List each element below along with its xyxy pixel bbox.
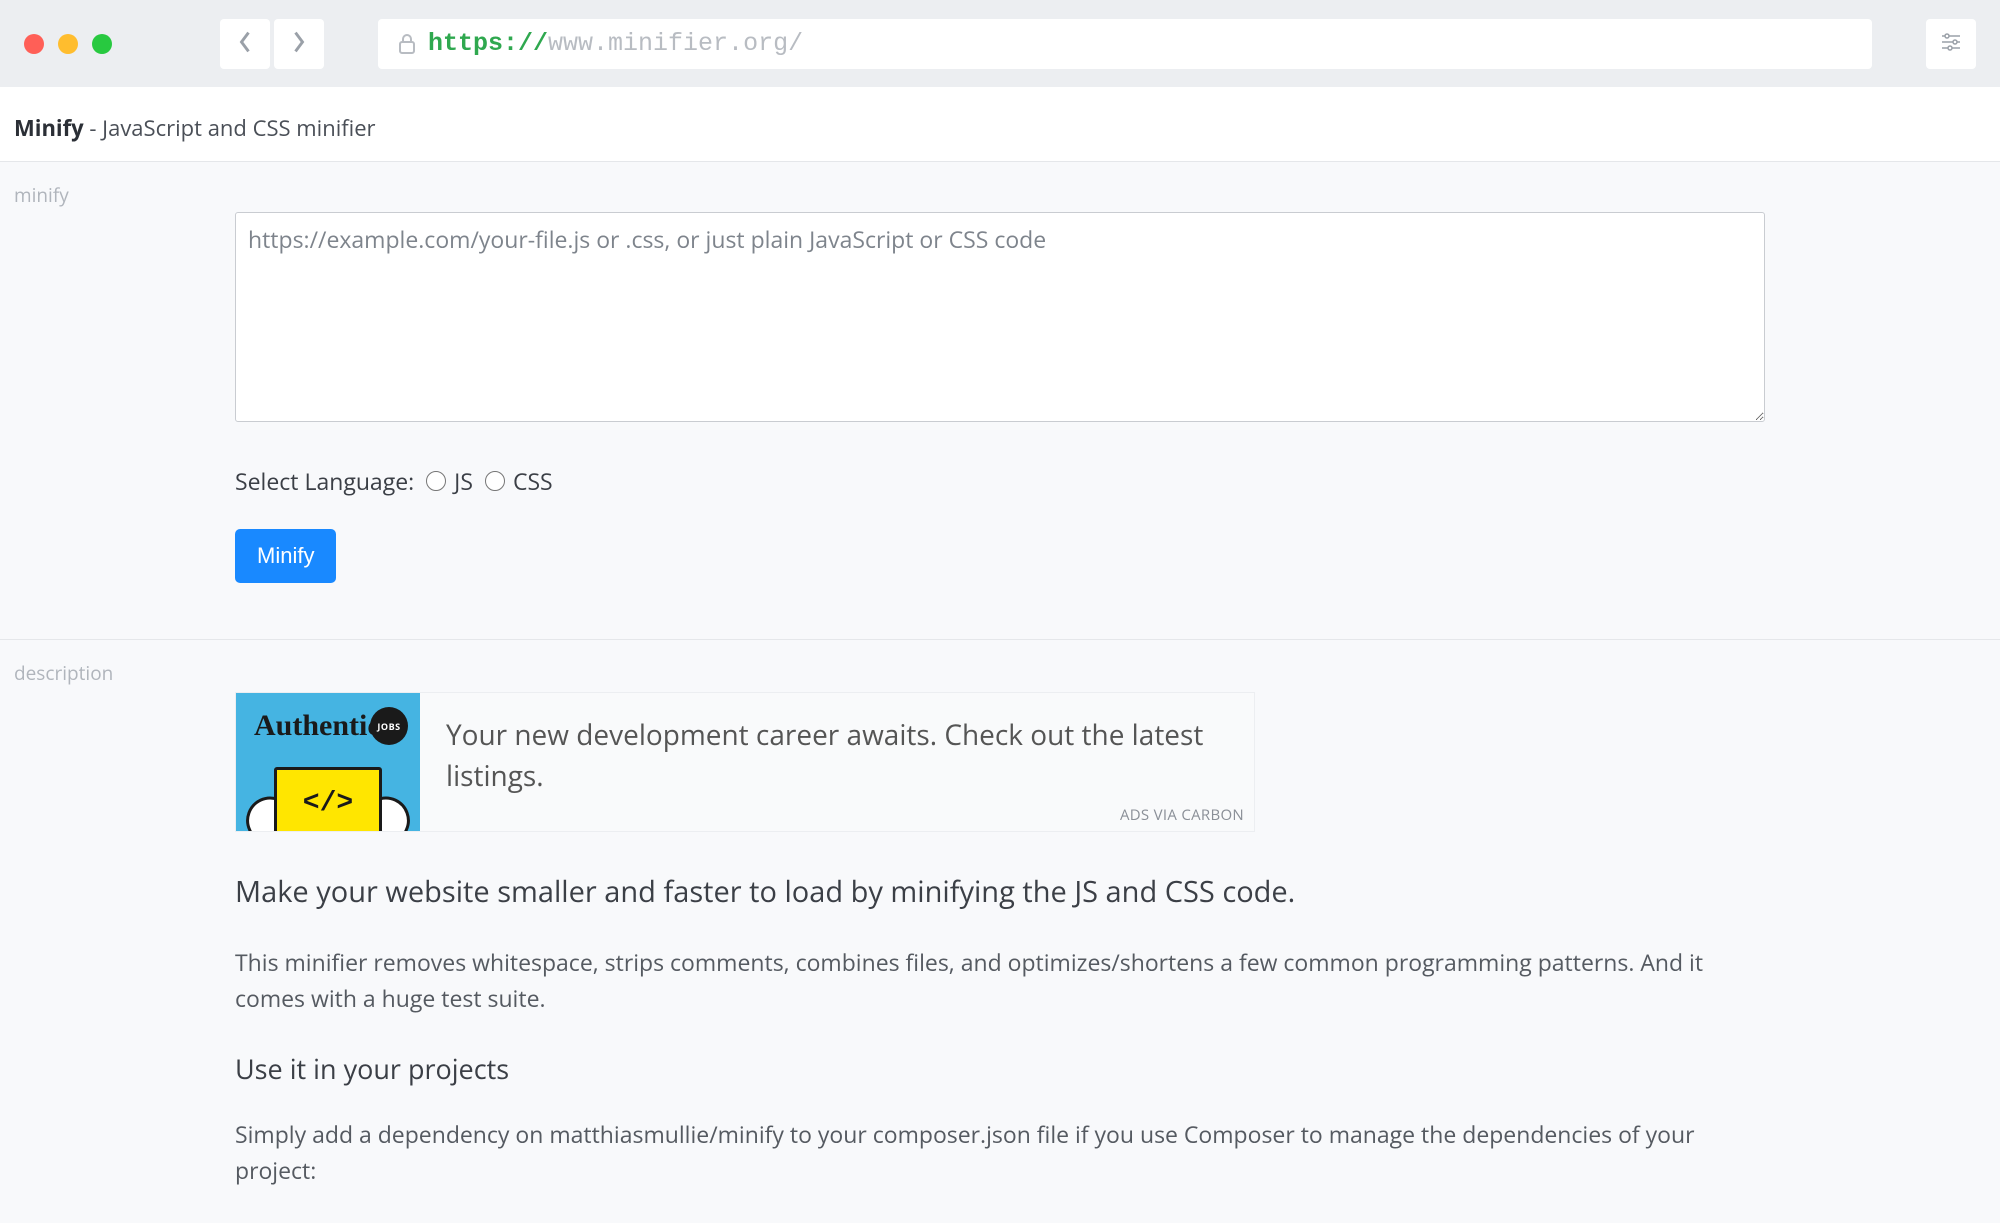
window-controls xyxy=(24,34,112,54)
lang-label-css: CSS xyxy=(513,465,553,497)
language-selector: Select Language: JS CSS xyxy=(235,465,1765,497)
section-label-description: description xyxy=(14,660,113,686)
minify-section: minify Select Language: JS CSS Minify xyxy=(0,162,2000,640)
settings-button[interactable] xyxy=(1926,19,1976,69)
browser-chrome: https://www.minifier.org/ xyxy=(0,0,2000,87)
ad-image: Authentic JOBS </> xyxy=(236,693,420,831)
ad-jobs-badge: JOBS xyxy=(370,707,408,745)
back-button[interactable] xyxy=(220,19,270,69)
minimize-window-button[interactable] xyxy=(58,34,78,54)
forward-button[interactable] xyxy=(274,19,324,69)
projects-subheading: Use it in your projects xyxy=(235,1050,1765,1087)
ad-logo-text: Authentic xyxy=(254,709,381,743)
code-icon: </> xyxy=(303,788,353,819)
chevron-left-icon xyxy=(238,30,252,57)
description-paragraph-1: This minifier removes whitespace, strips… xyxy=(235,945,1765,1016)
lang-option-js[interactable]: JS xyxy=(426,465,473,497)
description-heading: Make your website smaller and faster to … xyxy=(235,872,1765,911)
lang-option-css[interactable]: CSS xyxy=(485,465,553,497)
url-protocol: https:// xyxy=(428,29,548,58)
sliders-icon xyxy=(1940,31,1962,56)
close-window-button[interactable] xyxy=(24,34,44,54)
page-tagline: - JavaScript and CSS minifier xyxy=(84,113,376,143)
language-prompt: Select Language: xyxy=(235,465,414,497)
lang-label-js: JS xyxy=(454,465,473,497)
carbon-ad[interactable]: Authentic JOBS </> Your new development … xyxy=(235,692,1255,832)
lock-icon xyxy=(398,33,416,55)
section-label-minify: minify xyxy=(14,182,69,208)
lang-radio-js[interactable] xyxy=(426,471,446,491)
address-bar[interactable]: https://www.minifier.org/ xyxy=(378,19,1872,69)
ad-attribution[interactable]: ADS VIA CARBON xyxy=(1120,805,1244,825)
laptop-icon: </> xyxy=(274,767,382,831)
chevron-right-icon xyxy=(292,30,306,57)
description-paragraph-2: Simply add a dependency on matthiasmulli… xyxy=(235,1117,1765,1188)
brand-name: Minify xyxy=(14,113,84,143)
url-path: www.minifier.org/ xyxy=(548,29,803,58)
minify-button[interactable]: Minify xyxy=(235,529,336,583)
description-section: description Authentic JOBS </> Your new … xyxy=(0,640,2000,1189)
page-header: Minify - JavaScript and CSS minifier xyxy=(0,87,2000,162)
maximize-window-button[interactable] xyxy=(92,34,112,54)
code-input[interactable] xyxy=(235,212,1765,422)
nav-button-group xyxy=(220,19,324,69)
lang-radio-css[interactable] xyxy=(485,471,505,491)
